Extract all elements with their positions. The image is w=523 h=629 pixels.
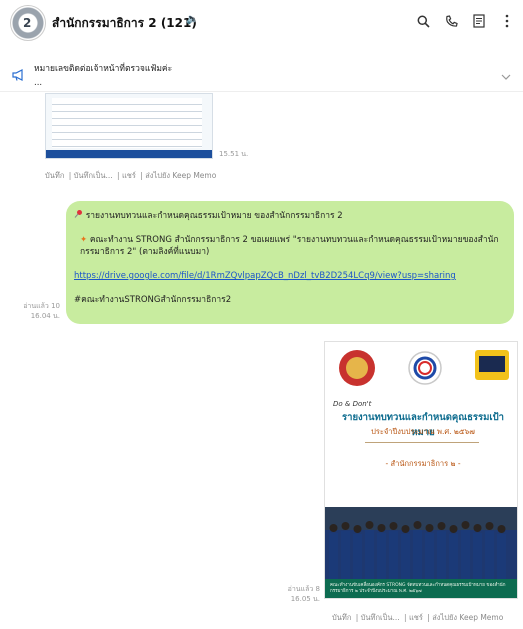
group-avatar[interactable]: 2 (10, 5, 46, 41)
keep-memo-link[interactable]: ส่งไปยัง Keep Memo (145, 171, 216, 180)
message-time: 16.05 น. (290, 595, 320, 603)
message-link-row: https://drive.google.com/file/d/1RmZQvlp… (74, 270, 506, 282)
message-line-1: รายงานทบทวนและกำหนดคุณธรรมเป้าหมาย ของสำ… (74, 209, 506, 222)
chevron-down-icon[interactable] (501, 66, 511, 85)
search-icon[interactable] (415, 12, 431, 30)
save-as-link[interactable]: บันทึกเป็น... (74, 171, 113, 180)
header-actions (415, 12, 515, 30)
notes-icon[interactable] (471, 12, 487, 30)
announcement-ellipsis: ... (34, 78, 43, 88)
message-time: 16.04 น. (30, 312, 60, 320)
document-preview (52, 98, 202, 148)
phone-icon[interactable] (443, 12, 459, 30)
poster-image-message[interactable]: Do & Don't รายงานทบทวนและกำหนดคุณธรรมเป้… (324, 341, 518, 599)
sparkle-icon: ✦ (80, 235, 88, 245)
read-receipt: อ่านแล้ว 8 16.05 น. (248, 584, 320, 604)
save-link[interactable]: บันทึก (45, 171, 64, 180)
share-link[interactable]: แชร์ (122, 171, 136, 180)
text-message-bubble[interactable]: รายงานทบทวนและกำหนดคุณธรรมเป้าหมาย ของสำ… (66, 201, 514, 324)
message-time: 15.51 น. (219, 150, 249, 158)
poster-group-photo (325, 507, 517, 579)
message-hashtag: #คณะทำงานSTRONGสำนักกรรมาธิการ2 (74, 295, 232, 305)
save-as-link[interactable]: บันทึกเป็น... (361, 613, 400, 622)
megaphone-icon (12, 66, 26, 85)
avatar-number: 2 (23, 16, 32, 30)
message-line-2-text: คณะทำงาน STRONG สำนักกรรมาธิการ 2 ขอเผยแ… (80, 235, 499, 257)
poster-caption-band: คณะทำงานขับเคลื่อนองค์กร STRONG จัดทบทวน… (325, 579, 517, 598)
message-actions: บันทึก | บันทึกเป็น... | แชร์ | ส่งไปยัง… (45, 171, 217, 180)
message-line-1-text: รายงานทบทวนและกำหนดคุณธรรมเป้าหมาย ของสำ… (85, 211, 343, 221)
chat-header: 2 สำนักกรรมาธิการ 2 (121) 🔈 (0, 0, 523, 46)
read-count: อ่านแล้ว 8 (287, 585, 320, 593)
keep-memo-link[interactable]: ส่งไปยัง Keep Memo (432, 613, 503, 622)
announcement-bar[interactable]: หมายเลขติดต่อเจ้าหน้าที่ตรวจแฟ้มค่ะ ... (0, 56, 523, 92)
poster-year: ประจำปีงบประมาณ พ.ศ. ๒๕๖๗ (371, 427, 475, 436)
poster-caption: คณะทำงานขับเคลื่อนองค์กร STRONG จัดทบทวน… (330, 583, 506, 594)
pushpin-icon (74, 209, 83, 218)
announcement-text: หมายเลขติดต่อเจ้าหน้าที่ตรวจแฟ้มค่ะ ... (34, 62, 172, 90)
share-link[interactable]: แชร์ (409, 613, 423, 622)
message-line-2: ✦ คณะทำงาน STRONG สำนักกรรมาธิการ 2 ขอเผ… (74, 234, 506, 258)
mute-icon: 🔈 (186, 14, 199, 25)
drive-link[interactable]: https://drive.google.com/file/d/1RmZQvlp… (74, 271, 456, 281)
more-icon[interactable] (499, 12, 515, 30)
poster-office: - สำนักกรรมาธิการ ๒ - (385, 459, 461, 468)
document-footer (46, 150, 212, 158)
poster-logos (325, 342, 517, 394)
save-link[interactable]: บันทึก (332, 613, 351, 622)
chat-title[interactable]: สำนักกรรมาธิการ 2 (121) (52, 14, 197, 33)
poster-subtitle: Do & Don't (333, 400, 372, 408)
announcement-line: หมายเลขติดต่อเจ้าหน้าที่ตรวจแฟ้มค่ะ (34, 64, 173, 74)
read-count: อ่านแล้ว 10 (23, 302, 60, 310)
read-receipt: อ่านแล้ว 10 16.04 น. (0, 301, 60, 321)
image-message-thumbnail[interactable] (45, 93, 213, 159)
message-actions: บันทึก | บันทึกเป็น... | แชร์ | ส่งไปยัง… (332, 613, 504, 622)
poster-divider (365, 442, 479, 443)
